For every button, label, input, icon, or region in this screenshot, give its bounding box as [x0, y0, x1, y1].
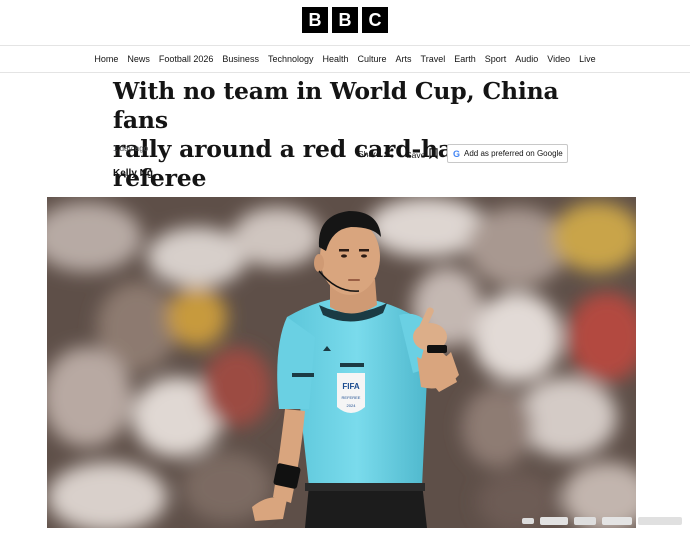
article-timestamp: 1 day ago: [113, 144, 149, 153]
nav-item-football-2026[interactable]: Football 2026: [159, 54, 214, 64]
nav-item-culture[interactable]: Culture: [358, 54, 387, 64]
bbc-logo[interactable]: B B C: [0, 7, 690, 33]
article-byline[interactable]: Kelly Ng: [113, 168, 153, 179]
badge-referee-text: REFEREE: [342, 395, 361, 400]
article-hero-image: FIFA REFEREE 2024: [47, 197, 636, 528]
save-label: Save: [406, 149, 426, 160]
article-headline: With no team in World Cup, China fans ra…: [113, 77, 583, 193]
nav-item-video[interactable]: Video: [547, 54, 570, 64]
main-nav: Home News Football 2026 Business Technol…: [0, 45, 690, 73]
headline-line-2: rally around a red card-happy referee: [113, 135, 499, 192]
nav-item-arts[interactable]: Arts: [396, 54, 412, 64]
watermark-image: [522, 517, 682, 525]
bookmark-icon: [429, 148, 438, 161]
nav-item-audio[interactable]: Audio: [515, 54, 538, 64]
google-icon: G: [453, 148, 461, 159]
share-button[interactable]: Share: [358, 148, 394, 160]
save-button[interactable]: Save: [406, 148, 438, 161]
share-label: Share: [358, 149, 381, 159]
nav-item-sport[interactable]: Sport: [485, 54, 507, 64]
nav-item-technology[interactable]: Technology: [268, 54, 314, 64]
add-preferred-google-button[interactable]: G Add as preferred on Google: [447, 144, 568, 163]
headline-line-1: With no team in World Cup, China fans: [113, 77, 559, 134]
nav-item-business[interactable]: Business: [222, 54, 259, 64]
logo-letter-b2: B: [332, 7, 358, 33]
referee-photo: FIFA REFEREE 2024: [47, 197, 636, 528]
nav-item-news[interactable]: News: [127, 54, 150, 64]
logo-letter-b1: B: [302, 7, 328, 33]
badge-year-text: 2024: [347, 403, 357, 408]
badge-fifa-text: FIFA: [342, 382, 360, 391]
nav-item-home[interactable]: Home: [94, 54, 118, 64]
nav-item-health[interactable]: Health: [323, 54, 349, 64]
google-button-label: Add as preferred on Google: [464, 149, 563, 158]
nav-item-travel[interactable]: Travel: [421, 54, 446, 64]
nav-item-earth[interactable]: Earth: [454, 54, 476, 64]
nav-item-live[interactable]: Live: [579, 54, 596, 64]
share-icon: [384, 148, 394, 160]
logo-letter-c: C: [362, 7, 388, 33]
